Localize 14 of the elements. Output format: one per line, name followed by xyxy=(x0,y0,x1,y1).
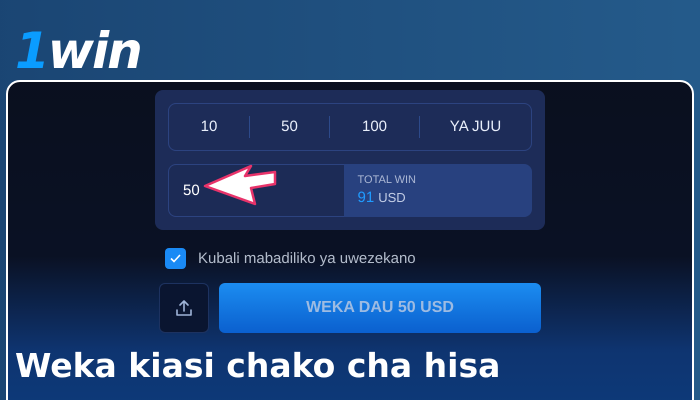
logo: 1win xyxy=(15,22,141,80)
total-win-label: TOTAL WIN xyxy=(358,174,417,186)
total-win-amount: 91 xyxy=(358,188,374,206)
check-icon xyxy=(170,254,181,263)
quick-amount-button[interactable]: 100 xyxy=(329,116,419,138)
quick-amount-button[interactable]: 10 xyxy=(169,116,249,138)
caption: Weka kiasi chako cha hisa xyxy=(15,346,500,385)
currency-label: USD xyxy=(378,190,406,205)
checkbox-label: Kubali mabadiliko ya uwezekano xyxy=(198,250,416,267)
share-icon xyxy=(175,299,193,317)
quick-amount-button[interactable]: 50 xyxy=(249,116,329,138)
quick-amount-button[interactable]: YA JUU xyxy=(419,116,531,138)
checkbox[interactable] xyxy=(165,248,186,269)
share-button[interactable] xyxy=(159,283,209,333)
